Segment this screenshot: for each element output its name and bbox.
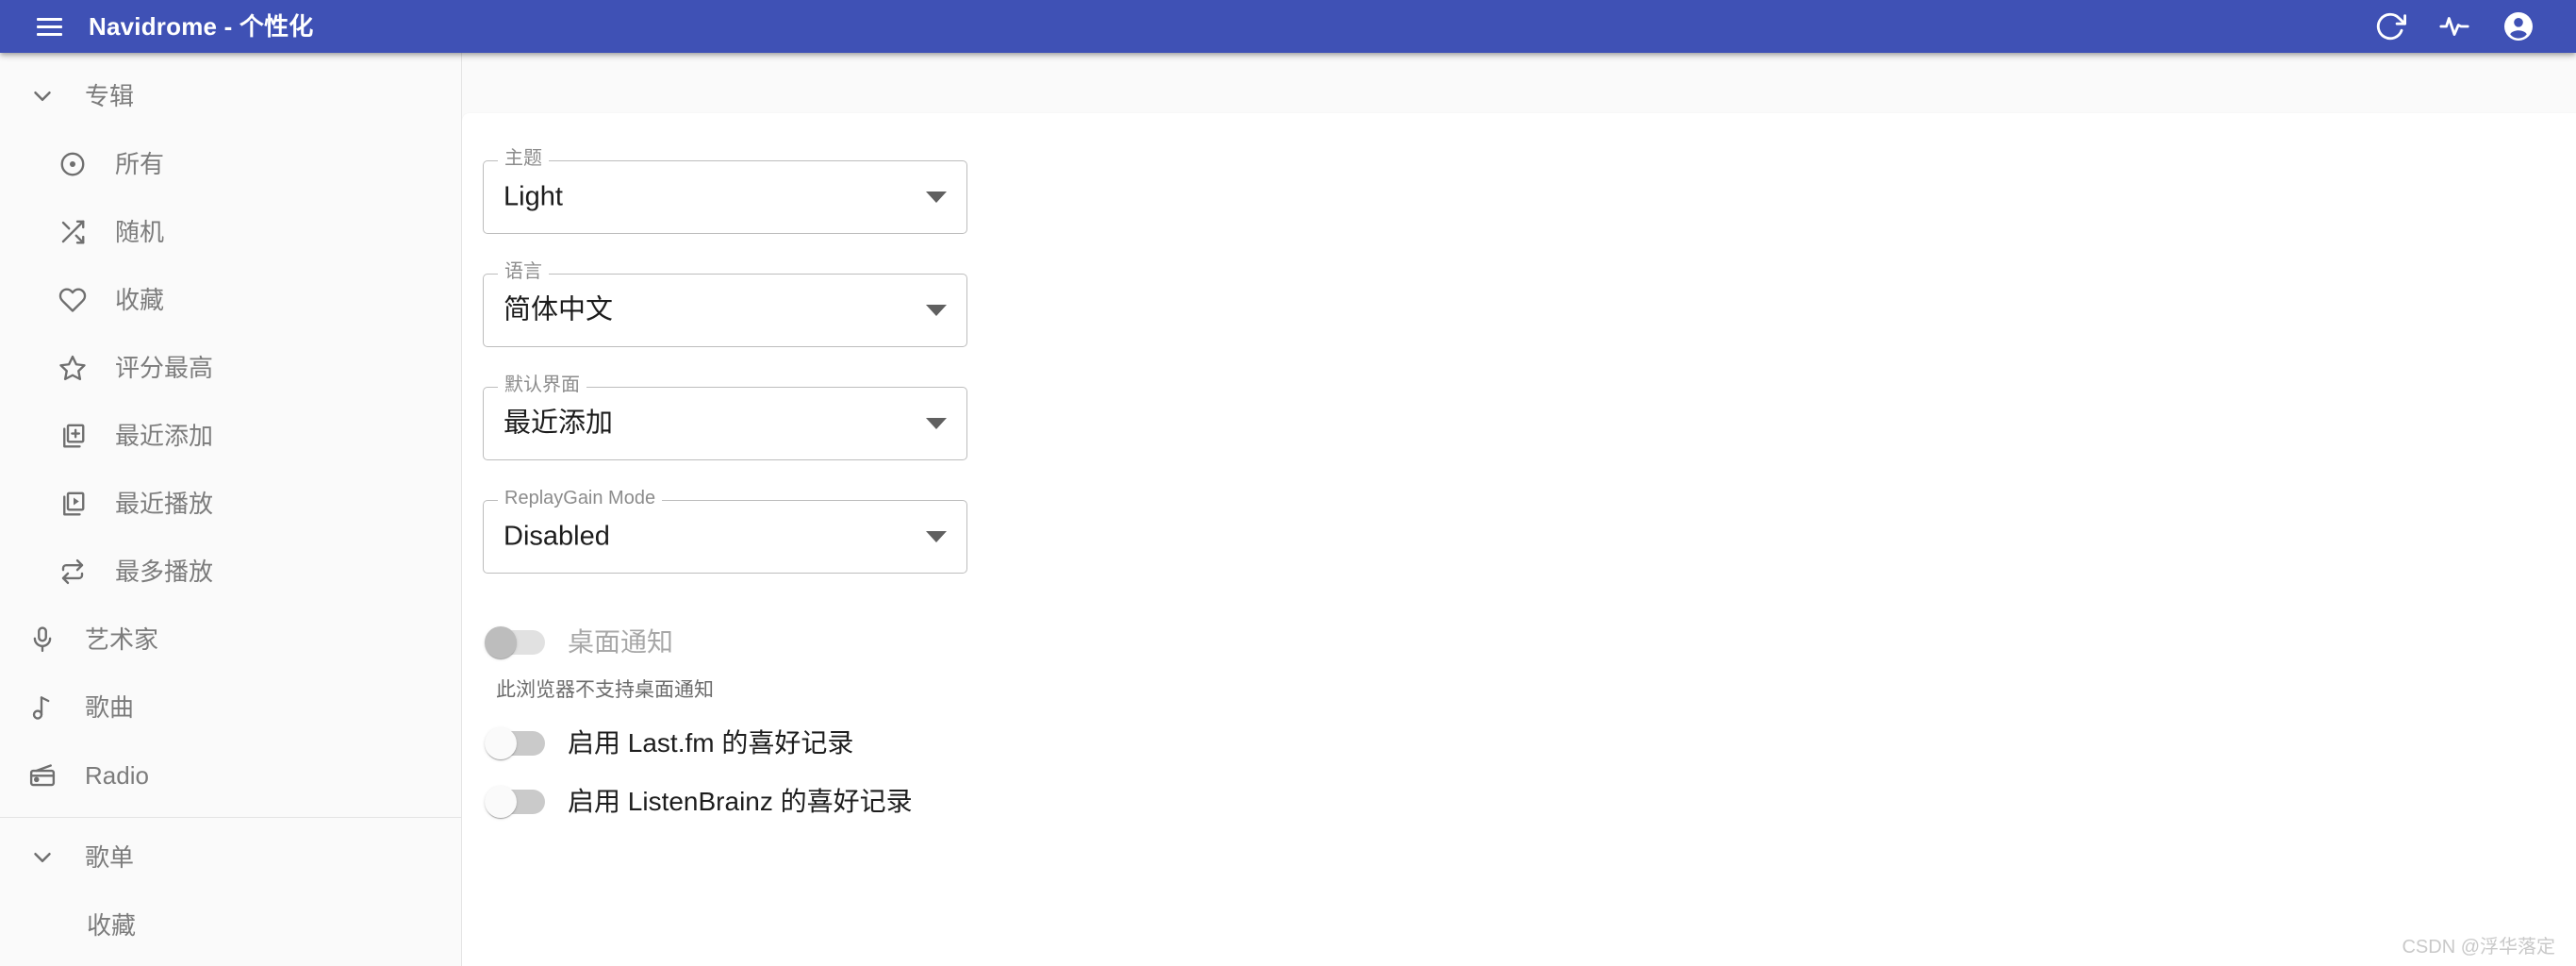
replaygain-mode-select[interactable]: ReplayGain Mode Disabled xyxy=(483,489,967,574)
sidebar-item-all[interactable]: 所有 xyxy=(0,130,461,198)
album-icon xyxy=(58,150,115,178)
star-icon xyxy=(58,354,115,382)
default-view-select-value: 最近添加 xyxy=(504,408,614,439)
settings-selects: 主题 Light 语言 简体中文 默认界面 最近添加 ReplayGain Mo… xyxy=(483,149,2576,574)
hamburger-menu-icon xyxy=(36,17,62,36)
library-add-icon xyxy=(58,422,115,450)
desktop-notifications-toggle xyxy=(479,616,568,669)
listenbrainz-scrobble-row: 启用 ListenBrainz 的喜好记录 xyxy=(479,773,2576,831)
sidebar-group-playlists-label: 歌单 xyxy=(85,843,135,872)
sidebar-item-random[interactable]: 随机 xyxy=(0,198,461,266)
refresh-button[interactable] xyxy=(2369,5,2412,48)
sidebar-item-most-played-label: 最多播放 xyxy=(115,558,214,586)
settings-switches: 桌面通知 此浏览器不支持桌面通知 启用 Last.fm 的喜好记录 启用 Lis… xyxy=(483,613,2576,831)
sidebar-item-recently-added-label: 最近添加 xyxy=(115,422,214,450)
account-button[interactable] xyxy=(2497,5,2540,48)
shuffle-icon xyxy=(58,218,115,246)
personal-settings-card: 主题 Light 语言 简体中文 默认界面 最近添加 ReplayGain Mo… xyxy=(462,113,2576,966)
chevron-down-icon xyxy=(28,82,85,110)
sidebar-item-recently-added[interactable]: 最近添加 xyxy=(0,402,461,470)
sidebar: 专辑 所有 随机 收藏 评分最高 最近添加 最近播放 最多播放 艺术家 歌曲 R… xyxy=(0,53,462,966)
replaygain-mode-select-value: Disabled xyxy=(504,521,610,552)
header-actions xyxy=(2369,5,2550,48)
theme-select-label: 主题 xyxy=(498,149,549,168)
chevron-down-icon xyxy=(28,843,85,872)
desktop-notifications-label: 桌面通知 xyxy=(568,627,674,657)
sidebar-divider xyxy=(0,817,461,818)
language-select-label: 语言 xyxy=(498,262,549,281)
sidebar-item-songs-label: 歌曲 xyxy=(85,693,135,722)
sidebar-item-favourites-label: 收藏 xyxy=(115,286,165,314)
activity-icon xyxy=(2438,10,2470,42)
chevron-down-icon xyxy=(926,418,947,429)
radio-icon xyxy=(28,761,85,790)
theme-select-value: Light xyxy=(504,181,563,212)
page-title: Navidrome - 个性化 xyxy=(89,12,314,41)
language-select-value: 简体中文 xyxy=(504,294,614,325)
sidebar-group-albums-label: 专辑 xyxy=(85,82,135,110)
toggle-thumb xyxy=(485,727,517,760)
sidebar-item-radio[interactable]: Radio xyxy=(0,741,461,809)
default-view-select[interactable]: 默认界面 最近添加 xyxy=(483,375,967,460)
sidebar-item-songs[interactable]: 歌曲 xyxy=(0,674,461,741)
desktop-notifications-row: 桌面通知 xyxy=(479,613,2576,672)
sidebar-item-artists[interactable]: 艺术家 xyxy=(0,606,461,674)
sidebar-item-top-rated-label: 评分最高 xyxy=(115,354,214,382)
microphone-icon xyxy=(28,625,85,654)
listenbrainz-scrobble-label: 启用 ListenBrainz 的喜好记录 xyxy=(568,787,913,817)
heart-icon xyxy=(58,286,115,314)
listenbrainz-scrobble-toggle[interactable] xyxy=(479,775,568,828)
sidebar-item-artists-label: 艺术家 xyxy=(85,625,159,654)
sidebar-item-most-played[interactable]: 最多播放 xyxy=(0,538,461,606)
library-play-icon xyxy=(58,490,115,518)
chevron-down-icon xyxy=(926,305,947,316)
theme-select[interactable]: 主题 Light xyxy=(483,149,967,234)
sidebar-item-radio-label: Radio xyxy=(85,761,149,790)
app-header: Navidrome - 个性化 xyxy=(0,0,2576,53)
sidebar-group-albums[interactable]: 专辑 xyxy=(0,62,461,130)
chevron-down-icon xyxy=(926,531,947,542)
sidebar-item-favourites[interactable]: 收藏 xyxy=(0,266,461,334)
default-view-select-label: 默认界面 xyxy=(498,375,586,394)
desktop-notifications-helper: 此浏览器不支持桌面通知 xyxy=(496,679,714,701)
sidebar-item-top-rated[interactable]: 评分最高 xyxy=(0,334,461,402)
sidebar-playlist-item-favourites[interactable]: 收藏 xyxy=(0,891,461,959)
refresh-icon xyxy=(2374,10,2406,42)
toggle-thumb xyxy=(485,786,517,819)
replaygain-mode-select-label: ReplayGain Mode xyxy=(498,489,663,508)
lastfm-scrobble-toggle[interactable] xyxy=(479,717,568,770)
lastfm-scrobble-label: 启用 Last.fm 的喜好记录 xyxy=(568,728,854,758)
sidebar-item-recently-played-label: 最近播放 xyxy=(115,490,214,518)
language-select[interactable]: 语言 简体中文 xyxy=(483,262,967,347)
main-content: 主题 Light 语言 简体中文 默认界面 最近添加 ReplayGain Mo… xyxy=(462,53,2576,966)
chevron-down-icon xyxy=(926,192,947,203)
lastfm-scrobble-row: 启用 Last.fm 的喜好记录 xyxy=(479,714,2576,773)
repeat-icon xyxy=(58,558,115,586)
sidebar-item-recently-played[interactable]: 最近播放 xyxy=(0,470,461,538)
app-body: 专辑 所有 随机 收藏 评分最高 最近添加 最近播放 最多播放 艺术家 歌曲 R… xyxy=(0,53,2576,966)
toggle-thumb xyxy=(485,626,517,658)
activity-button[interactable] xyxy=(2433,5,2476,48)
sidebar-group-playlists[interactable]: 歌单 xyxy=(0,824,461,891)
hamburger-menu-button[interactable] xyxy=(26,4,72,49)
sidebar-playlist-item-label: 收藏 xyxy=(87,911,137,940)
sidebar-item-random-label: 随机 xyxy=(115,218,165,246)
account-circle-icon xyxy=(2502,9,2535,43)
music-note-icon xyxy=(28,693,85,722)
sidebar-item-all-label: 所有 xyxy=(115,150,165,178)
